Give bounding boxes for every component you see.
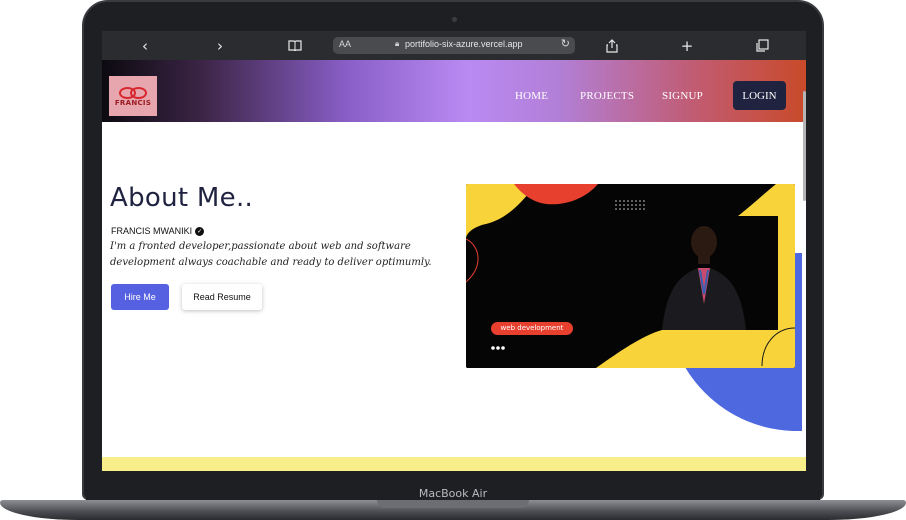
hire-me-button[interactable]: Hire Me [111,284,169,310]
text-size-button[interactable]: AA [339,39,351,49]
plus-icon[interactable]: + [678,37,696,55]
reload-icon[interactable]: ↻ [561,37,570,50]
site-logo[interactable]: FRANCIS [109,76,157,116]
laptop-mockup: MacBook Air ‹ › AA 🔒︎ portifolio-six-azu… [0,0,906,520]
lock-icon: 🔒︎ [395,39,400,48]
hero-badge: web development [500,324,564,332]
hero-illustration [466,184,795,368]
screen: ‹ › AA 🔒︎ portifolio-six-azure.vercel.ap… [102,31,806,471]
url-text[interactable]: portifolio-six-azure.vercel.app [405,39,523,49]
book-icon[interactable] [286,37,304,54]
bio-text: I'm a fronted developer,passionate about… [110,241,432,268]
read-resume-button[interactable]: Read Resume [182,284,262,310]
model-label: MacBook Air [418,487,488,500]
infinity-logo-icon [118,86,148,99]
hero-image: web development [466,184,795,368]
chevron-left-icon[interactable]: ‹ [136,37,154,55]
page-title: About Me.. [110,183,254,213]
logo-text: FRANCIS [114,98,152,107]
tabs-icon[interactable] [753,37,771,54]
nav-signup[interactable]: SIGNUP [662,90,703,102]
share-icon[interactable] [603,37,621,54]
chevron-right-icon[interactable]: › [211,37,229,55]
browser-toolbar: ‹ › AA 🔒︎ portifolio-six-azure.vercel.ap… [102,31,806,60]
laptop-notch [377,500,529,508]
verified-icon: ✓ [195,226,205,236]
nav-home[interactable]: HOME [515,90,548,102]
address-bar[interactable]: AA 🔒︎ portifolio-six-azure.vercel.app ↻ [333,37,575,54]
login-button[interactable]: LOGIN [733,81,786,110]
nav-projects[interactable]: PROJECTS [580,90,634,102]
camera-icon [452,17,457,22]
author-name: FRANCIS MWANIKI [111,226,193,236]
author-line: FRANCIS MWANIKI ✓ [111,226,205,236]
scrollbar[interactable] [803,91,806,201]
next-section-edge [102,457,806,471]
